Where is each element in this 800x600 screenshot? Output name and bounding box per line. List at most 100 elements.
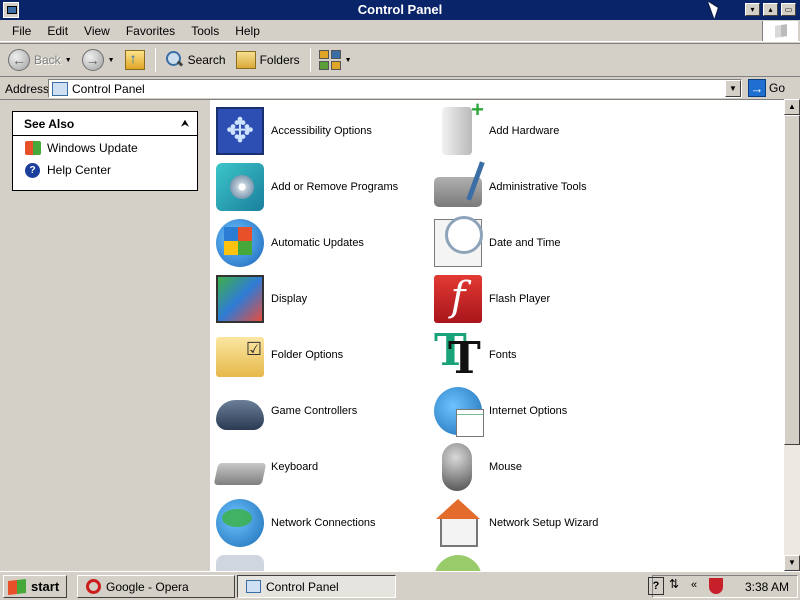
item-label: Mouse xyxy=(489,461,523,473)
address-dropdown-icon[interactable]: ▼ xyxy=(725,80,741,97)
item-date-and-time[interactable]: Date and Time xyxy=(434,216,652,268)
item-label: Network Setup Wizard xyxy=(489,517,599,529)
item-internet-options[interactable]: Internet Options xyxy=(434,386,652,437)
fonts-icon xyxy=(434,325,482,384)
item-fonts[interactable]: Fonts xyxy=(434,325,652,384)
see-also-panel: See Also ⮝ Windows Update ? Help Center xyxy=(12,111,198,191)
caption-buttons: ▾ ▴ ▭ xyxy=(745,3,796,16)
window-title: Control Panel xyxy=(357,2,443,17)
forward-button[interactable]: → ▼ xyxy=(78,46,119,74)
windows-logo-icon xyxy=(762,21,798,41)
menu-tools[interactable]: Tools xyxy=(183,24,227,38)
keyboard-icon xyxy=(213,463,267,485)
minimize-button[interactable]: ▾ xyxy=(745,3,760,16)
task-label: Google - Opera xyxy=(106,579,189,594)
item-label: Folder Options xyxy=(271,349,344,361)
windows-flag-icon xyxy=(8,578,26,595)
go-button[interactable]: → Go xyxy=(748,79,785,97)
system-tray: ? ⇅ « 3:38 AM xyxy=(648,575,798,598)
collapse-icon[interactable]: ⮝ xyxy=(179,118,191,130)
item-label: Administrative Tools xyxy=(489,181,587,193)
item-partially-visible[interactable] xyxy=(216,554,434,571)
control-panel-items: Accessibility Options Add Hardware Add o… xyxy=(210,99,784,571)
item-label: Network Connections xyxy=(271,517,376,529)
clock[interactable]: 3:38 AM xyxy=(745,580,789,594)
item-automatic-updates[interactable]: Automatic Updates xyxy=(216,218,434,268)
add-hardware-icon xyxy=(442,100,484,155)
toolbar-separator xyxy=(309,48,311,72)
menu-help[interactable]: Help xyxy=(227,24,268,38)
item-mouse[interactable]: Mouse xyxy=(434,442,652,492)
go-label: Go xyxy=(769,81,786,95)
item-flash-player[interactable]: Flash Player xyxy=(434,274,652,324)
views-icon xyxy=(318,50,341,70)
task-label: Control Panel xyxy=(266,579,339,594)
folders-button[interactable]: Folders xyxy=(232,46,304,74)
item-game-controllers[interactable]: Game Controllers xyxy=(216,386,434,436)
item-label: Flash Player xyxy=(489,293,551,305)
views-button[interactable]: ▼ xyxy=(315,46,356,74)
taskbar-item-control-panel[interactable]: Control Panel xyxy=(237,575,396,598)
see-also-header[interactable]: See Also ⮝ xyxy=(13,112,197,136)
windows-update-link[interactable]: Windows Update xyxy=(13,138,197,158)
scroll-down-icon[interactable]: ▼ xyxy=(784,555,800,571)
toolbar: ← Back ▼ → ▼ Search Folders ▼ xyxy=(0,43,800,77)
windows-update-icon xyxy=(25,141,41,155)
up-button[interactable] xyxy=(121,46,149,74)
search-button[interactable]: Search xyxy=(160,46,230,74)
close-button[interactable]: ▭ xyxy=(781,3,796,16)
back-dropdown-icon[interactable]: ▼ xyxy=(65,57,72,64)
item-partially-visible[interactable] xyxy=(434,554,652,571)
views-dropdown-icon[interactable]: ▼ xyxy=(345,57,352,64)
item-keyboard[interactable]: Keyboard xyxy=(213,442,434,492)
help-center-label: Help Center xyxy=(47,163,112,177)
chevron-left-icon[interactable]: « xyxy=(691,579,697,591)
item-label: Fonts xyxy=(489,349,517,361)
item-label: Add Hardware xyxy=(489,125,560,137)
address-bar: Address Control Panel ▼ → Go xyxy=(0,78,800,99)
item-network-setup-wizard[interactable]: Network Setup Wizard xyxy=(434,498,652,548)
phone-modem-icon xyxy=(216,555,264,571)
windows-update-label: Windows Update xyxy=(47,141,138,155)
restore-button[interactable]: ▴ xyxy=(763,3,778,16)
start-button[interactable]: start xyxy=(3,575,67,598)
task-pane: See Also ⮝ Windows Update ? Help Center xyxy=(0,99,210,571)
accessibility-icon xyxy=(216,107,264,155)
item-folder-options[interactable]: Folder Options xyxy=(216,330,434,380)
title-bar[interactable]: Control Panel ▾ ▴ ▭ xyxy=(0,0,800,20)
control-panel-icon xyxy=(52,81,68,96)
item-add-hardware[interactable]: Add Hardware xyxy=(434,100,652,156)
item-accessibility-options[interactable]: Accessibility Options xyxy=(216,106,434,156)
item-network-connections[interactable]: Network Connections xyxy=(216,498,434,548)
network-setup-wizard-icon xyxy=(434,499,482,547)
menu-file[interactable]: File xyxy=(4,24,39,38)
help-icon[interactable]: ? xyxy=(648,577,664,595)
help-center-link[interactable]: ? Help Center xyxy=(13,160,197,180)
opera-icon xyxy=(86,579,101,594)
item-administrative-tools[interactable]: Administrative Tools xyxy=(434,162,652,212)
menu-favorites[interactable]: Favorites xyxy=(118,24,183,38)
menu-edit[interactable]: Edit xyxy=(39,24,76,38)
scroll-thumb[interactable] xyxy=(784,115,800,445)
forward-dropdown-icon[interactable]: ▼ xyxy=(108,57,115,64)
scroll-up-icon[interactable]: ▲ xyxy=(784,99,800,115)
administrative-tools-icon xyxy=(434,177,482,207)
search-icon xyxy=(164,50,184,70)
menu-view[interactable]: View xyxy=(76,24,118,38)
date-time-icon xyxy=(434,216,483,267)
go-arrow-icon: → xyxy=(748,79,766,97)
automatic-updates-icon xyxy=(216,219,264,267)
security-shield-icon[interactable] xyxy=(709,578,723,594)
folder-options-icon xyxy=(216,337,264,377)
add-remove-programs-icon xyxy=(216,163,264,211)
taskbar-item-opera[interactable]: Google - Opera xyxy=(77,575,235,598)
item-add-remove-programs[interactable]: Add or Remove Programs xyxy=(216,162,434,212)
vertical-scrollbar[interactable]: ▲ ▼ xyxy=(784,99,800,571)
internet-options-icon xyxy=(434,387,484,437)
back-button[interactable]: ← Back ▼ xyxy=(4,46,76,74)
item-display[interactable]: Display xyxy=(216,274,434,324)
address-input[interactable]: Control Panel ▼ xyxy=(48,79,742,98)
see-also-title: See Also xyxy=(24,116,75,131)
start-label: start xyxy=(31,579,60,594)
network-icon[interactable]: ⇅ xyxy=(669,577,679,591)
